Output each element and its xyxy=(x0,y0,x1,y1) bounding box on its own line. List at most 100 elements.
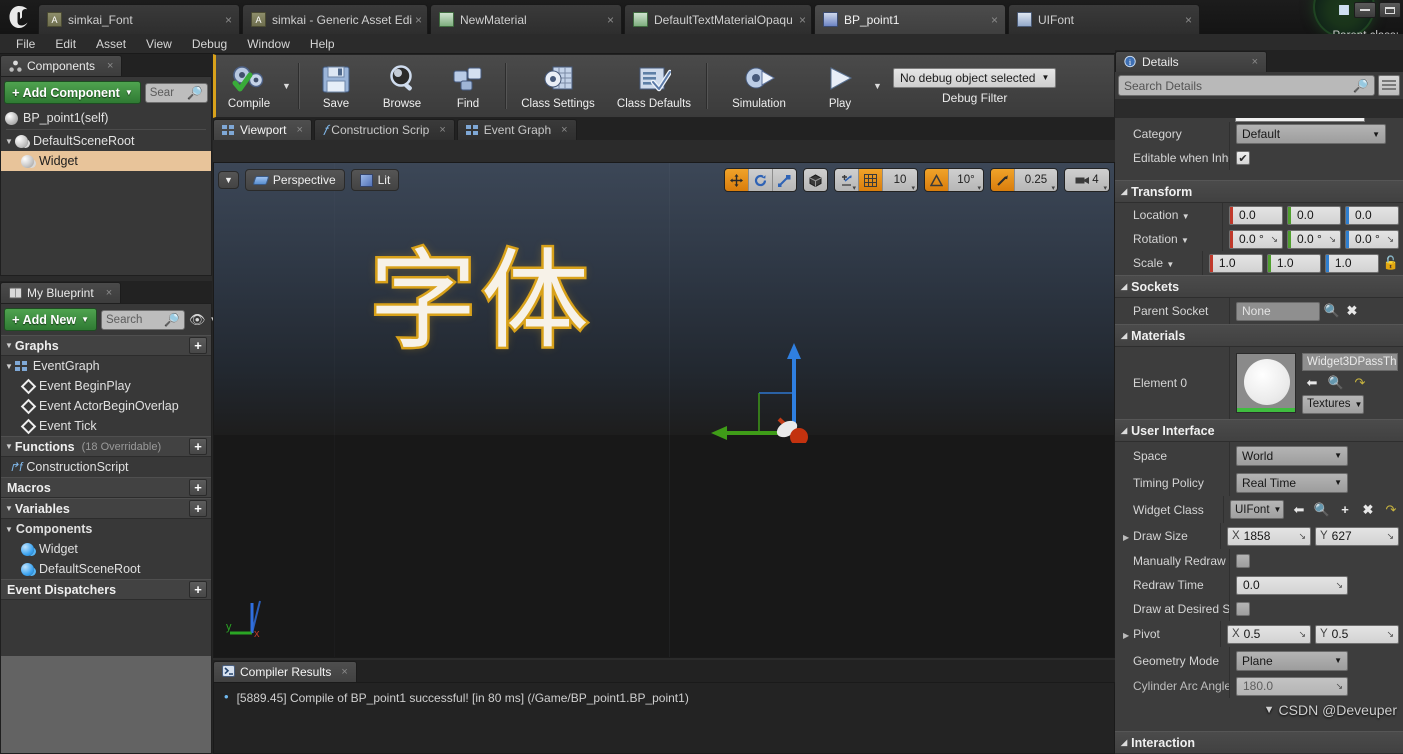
location-z-input[interactable]: 0.0 xyxy=(1345,206,1399,225)
surface-snap-icon[interactable]: ▾ xyxy=(835,169,859,191)
transform-gizmo[interactable] xyxy=(699,333,829,443)
new-asset-icon[interactable]: + xyxy=(1337,502,1353,517)
add-new-button[interactable]: + Add New ▼ xyxy=(4,308,97,331)
menu-item-asset[interactable]: Asset xyxy=(86,34,136,54)
material-thumbnail[interactable] xyxy=(1236,353,1296,413)
close-icon[interactable]: × xyxy=(991,13,998,27)
redraw-time-input[interactable]: 0.0 ↘ xyxy=(1236,576,1348,595)
tab-my-blueprint[interactable]: My Blueprint × xyxy=(0,282,121,303)
toolbar-class-defaults[interactable]: Class Defaults xyxy=(606,55,702,117)
add-variable-button[interactable]: + xyxy=(189,500,207,517)
components-search-input[interactable]: Sear 🔍 xyxy=(145,83,208,103)
section-functions[interactable]: ▼ Functions (18 Overridable) + xyxy=(1,436,211,457)
component-row-self[interactable]: BP_point1(self) xyxy=(1,108,211,128)
scale-z-input[interactable]: 1.0 xyxy=(1325,254,1379,273)
world-coords-icon[interactable] xyxy=(804,169,827,191)
close-icon[interactable]: × xyxy=(1252,56,1258,68)
section-graphs[interactable]: ▼ Graphs + xyxy=(1,335,211,356)
close-icon[interactable]: × xyxy=(415,13,422,27)
widget-class-dropdown[interactable]: UIFont ▼ xyxy=(1230,500,1284,519)
asset-tab-0[interactable]: A simkai_Font × xyxy=(38,4,240,34)
variable-item-defaultsceneroot[interactable]: DefaultSceneRoot xyxy=(1,559,211,579)
add-function-button[interactable]: + xyxy=(189,438,207,455)
grid-snap-toggle-icon[interactable] xyxy=(859,169,883,191)
menu-item-help[interactable]: Help xyxy=(300,34,345,54)
timing-policy-dropdown[interactable]: Real Time ▼ xyxy=(1236,473,1348,493)
menu-item-view[interactable]: View xyxy=(136,34,182,54)
asset-tab-3[interactable]: DefaultTextMaterialOpaqu × xyxy=(624,4,812,34)
toolbar-browse[interactable]: Browse xyxy=(369,55,435,117)
expander-arrow-icon[interactable]: ▼ xyxy=(5,362,13,371)
geometry-mode-dropdown[interactable]: Plane ▼ xyxy=(1236,651,1348,671)
reset-icon[interactable]: ↷ xyxy=(1383,502,1399,518)
close-icon[interactable]: × xyxy=(225,13,232,27)
compiler-message-row[interactable]: • [5889.45] Compile of BP_point1 success… xyxy=(224,691,1104,705)
section-macros[interactable]: Macros + xyxy=(1,477,211,498)
close-icon[interactable]: × xyxy=(799,13,806,27)
scale-snap-toggle-icon[interactable] xyxy=(991,169,1015,191)
eye-icon[interactable]: 👁 xyxy=(189,312,206,328)
component-row-widget[interactable]: Widget xyxy=(1,151,211,171)
scale-snap-value[interactable]: 0.25 ▾ xyxy=(1015,169,1057,191)
space-dropdown[interactable]: World ▼ xyxy=(1236,446,1348,466)
shading-mode-button[interactable]: Lit xyxy=(351,169,400,191)
expander-arrow-icon[interactable]: ▶ xyxy=(1123,631,1129,640)
expander-arrow-icon[interactable]: ▼ xyxy=(5,504,13,513)
reset-icon[interactable]: ↷ xyxy=(1352,375,1368,391)
grid-snap-value[interactable]: 10 ▾ xyxy=(883,169,917,191)
lock-ratio-icon[interactable]: 🔓 xyxy=(1383,255,1399,271)
expander-arrow-icon[interactable]: ◢ xyxy=(1121,738,1127,747)
tab-construction-script[interactable]: 𝑓 Construction Scrip × xyxy=(314,119,455,140)
asset-tab-5[interactable]: UIFont × xyxy=(1008,4,1200,34)
display-options-icon[interactable] xyxy=(1378,75,1400,96)
menu-item-window[interactable]: Window xyxy=(237,34,300,54)
rotation-x-input[interactable]: 0.0 °↘ xyxy=(1229,230,1283,249)
tab-compiler-results[interactable]: Compiler Results × xyxy=(213,661,357,682)
viewport-options-button[interactable]: ▼ xyxy=(218,171,239,189)
debug-object-dropdown[interactable]: No debug object selected ▼ xyxy=(893,68,1056,88)
tab-viewport[interactable]: Viewport × xyxy=(213,119,312,140)
expander-arrow-icon[interactable]: ◢ xyxy=(1121,282,1127,291)
textures-dropdown[interactable]: Textures ▼ xyxy=(1302,395,1364,414)
expander-arrow-icon[interactable]: ◢ xyxy=(1121,426,1127,435)
toolbar-compile[interactable]: Compile xyxy=(216,55,282,117)
browse-icon[interactable]: 🔍 xyxy=(1314,502,1330,518)
section-variables[interactable]: ▼ Variables + xyxy=(1,498,211,519)
draw-at-desired-size-checkbox[interactable] xyxy=(1236,602,1250,616)
expander-arrow-icon[interactable]: ◢ xyxy=(1121,187,1127,196)
view-mode-button[interactable]: Perspective xyxy=(245,169,345,191)
add-component-button[interactable]: + Add Component ▼ xyxy=(4,81,141,104)
minimize-button[interactable] xyxy=(1354,2,1376,18)
maximize-button[interactable] xyxy=(1379,2,1401,18)
section-event-dispatchers[interactable]: Event Dispatchers + xyxy=(1,579,211,600)
close-icon[interactable]: × xyxy=(107,60,113,72)
asset-tab-1[interactable]: A simkai - Generic Asset Edi × xyxy=(242,4,428,34)
expander-arrow-icon[interactable]: ▼ xyxy=(5,137,15,146)
category-header-transform[interactable]: ◢ Transform xyxy=(1115,180,1403,203)
scale-x-input[interactable]: 1.0 xyxy=(1209,254,1263,273)
editable-when-inherited-checkbox[interactable]: ✔ xyxy=(1236,151,1250,165)
close-icon[interactable]: × xyxy=(561,124,567,136)
graph-item-event-beginplay[interactable]: Event BeginPlay xyxy=(1,376,211,396)
viewport-3d[interactable]: 字体 ▼ xyxy=(213,162,1115,658)
pivot-y-input[interactable]: Y 0.5 ↘ xyxy=(1315,625,1399,644)
parent-socket-field[interactable]: None xyxy=(1236,302,1320,321)
graph-item-event-actorbeginoverlap[interactable]: Event ActorBeginOverlap xyxy=(1,396,211,416)
close-icon[interactable]: × xyxy=(607,13,614,27)
camera-speed-icon[interactable]: 4 ▾ xyxy=(1065,169,1109,191)
rotation-y-input[interactable]: 0.0 °↘ xyxy=(1287,230,1341,249)
manually-redraw-checkbox[interactable] xyxy=(1236,554,1250,568)
search-icon[interactable]: 🔍 xyxy=(1324,303,1340,319)
close-icon[interactable]: × xyxy=(341,666,347,678)
toolbar-simulation[interactable]: Simulation xyxy=(711,55,807,117)
pivot-x-input[interactable]: X 0.5 ↘ xyxy=(1227,625,1311,644)
category-dropdown[interactable]: Default ▼ xyxy=(1236,124,1386,144)
material-asset-name[interactable]: Widget3DPassThrou xyxy=(1302,353,1398,371)
category-header-materials[interactable]: ◢ Materials xyxy=(1115,324,1403,347)
menu-item-file[interactable]: File xyxy=(6,34,45,54)
location-x-input[interactable]: 0.0 xyxy=(1229,206,1283,225)
tab-details[interactable]: i Details × xyxy=(1115,51,1267,72)
browse-icon[interactable]: 🔍 xyxy=(1328,375,1344,391)
asset-tab-2[interactable]: NewMaterial × xyxy=(430,4,622,34)
graph-item-event-tick[interactable]: Event Tick xyxy=(1,416,211,436)
